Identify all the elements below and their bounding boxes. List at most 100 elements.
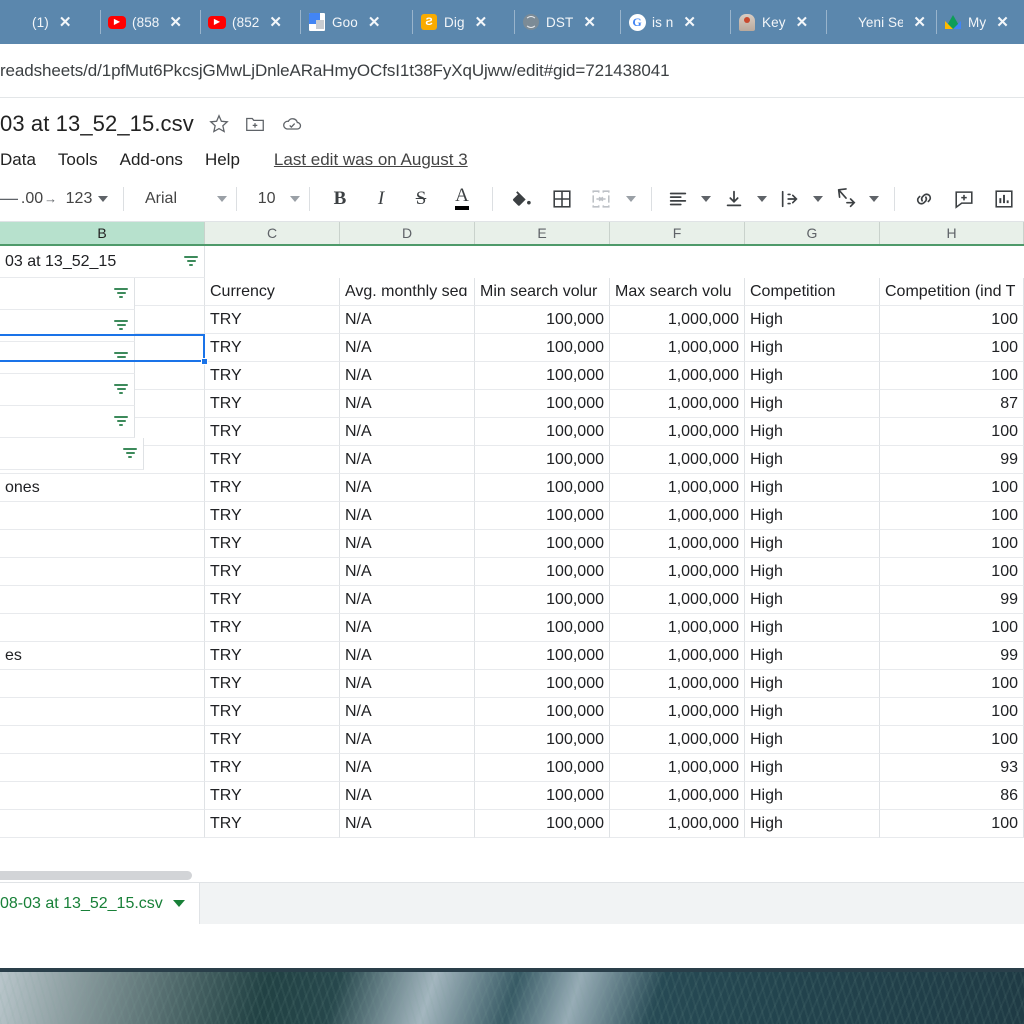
insert-link-icon[interactable]	[904, 183, 944, 215]
cell-H3[interactable]: 100	[880, 362, 1024, 390]
cell-F1[interactable]: 1,000,000	[610, 306, 745, 334]
cell-H1[interactable]: 100	[880, 306, 1024, 334]
cell-B19[interactable]	[0, 810, 205, 838]
cell-E13[interactable]: 100,000	[475, 642, 610, 670]
browser-tab-4[interactable]: Ƨ Dig ✕	[412, 0, 514, 44]
cell-F15[interactable]: 1,000,000	[610, 698, 745, 726]
star-icon[interactable]	[208, 113, 230, 135]
header-label-E[interactable]: Min search volur	[475, 278, 610, 306]
menu-item-data[interactable]: Data	[0, 150, 36, 170]
cell-F4[interactable]: 1,000,000	[610, 390, 745, 418]
table-row[interactable]: TRY N/A 100,000 1,000,000 High 100	[0, 698, 1024, 726]
cell-D18[interactable]: N/A	[340, 782, 475, 810]
address-bar[interactable]: readsheets/d/1pfMut6PkcsjGMwLjDnleARaHmy…	[0, 44, 1024, 98]
horizontal-scrollbar-thumb[interactable]	[0, 871, 192, 880]
filter-icon[interactable]	[113, 415, 129, 428]
table-row[interactable]: TRY N/A 100,000 1,000,000 High 99	[0, 586, 1024, 614]
cell-H2[interactable]: 100	[880, 334, 1024, 362]
table-row[interactable]: TRY N/A 100,000 1,000,000 High 100	[0, 810, 1024, 838]
cell-C17[interactable]: TRY	[205, 754, 340, 782]
cell-F18[interactable]: 1,000,000	[610, 782, 745, 810]
chevron-down-icon[interactable]	[172, 900, 185, 907]
cell-B13[interactable]: es	[0, 642, 205, 670]
cell-H7[interactable]: 100	[880, 474, 1024, 502]
browser-tab-6[interactable]: Gis n ✕	[620, 0, 730, 44]
cell-H10[interactable]: 100	[880, 558, 1024, 586]
cell-C14[interactable]: TRY	[205, 670, 340, 698]
table-row[interactable]: TRY N/A 100,000 1,000,000 High 100	[0, 614, 1024, 642]
cell-D7[interactable]: N/A	[340, 474, 475, 502]
text-wrap-icon[interactable]	[773, 183, 807, 215]
browser-tab-1[interactable]: ▶ (858 ✕	[100, 0, 200, 44]
merge-cells-icon[interactable]	[582, 183, 620, 215]
close-icon[interactable]: ✕	[55, 15, 76, 30]
cell-F9[interactable]: 1,000,000	[610, 530, 745, 558]
filter-icon[interactable]	[113, 319, 129, 332]
cell-D9[interactable]: N/A	[340, 530, 475, 558]
move-to-folder-icon[interactable]	[244, 113, 266, 135]
cell-H16[interactable]: 100	[880, 726, 1024, 754]
browser-tab-2[interactable]: ▶ (852 ✕	[200, 0, 300, 44]
filter-cell-G[interactable]	[0, 406, 135, 438]
cell-H6[interactable]: 99	[880, 446, 1024, 474]
close-icon[interactable]: ✕	[579, 15, 600, 30]
cell-F2[interactable]: 1,000,000	[610, 334, 745, 362]
cell-selection-handle[interactable]	[201, 358, 208, 365]
cell-C19[interactable]: TRY	[205, 810, 340, 838]
cell-C4[interactable]: TRY	[205, 390, 340, 418]
cell-D19[interactable]: N/A	[340, 810, 475, 838]
vertical-align-dropdown[interactable]	[751, 183, 773, 215]
filter-icon[interactable]	[113, 287, 129, 300]
cell-H12[interactable]: 100	[880, 614, 1024, 642]
vertical-align-icon[interactable]	[717, 183, 751, 215]
decimal-decrease-button[interactable]: —	[0, 183, 18, 215]
cell-H8[interactable]: 100	[880, 502, 1024, 530]
cell-B10[interactable]	[0, 558, 205, 586]
cell-E18[interactable]: 100,000	[475, 782, 610, 810]
cell-C5[interactable]: TRY	[205, 418, 340, 446]
column-header-F[interactable]: F	[610, 222, 745, 244]
close-icon[interactable]: ✕	[679, 15, 700, 30]
cell-E9[interactable]: 100,000	[475, 530, 610, 558]
column-header-C[interactable]: C	[205, 222, 340, 244]
cell-F5[interactable]: 1,000,000	[610, 418, 745, 446]
text-rotation-icon[interactable]	[829, 183, 863, 215]
cell-H15[interactable]: 100	[880, 698, 1024, 726]
browser-tab-8[interactable]: Yeni Sek ✕	[826, 0, 936, 44]
cloud-saved-icon[interactable]	[280, 113, 304, 135]
cell-G2[interactable]: High	[745, 334, 880, 362]
filter-icon[interactable]	[183, 255, 199, 268]
cell-C15[interactable]: TRY	[205, 698, 340, 726]
cell-H5[interactable]: 100	[880, 418, 1024, 446]
table-row[interactable]: TRY N/A 100,000 1,000,000 High 99	[0, 446, 1024, 474]
filter-icon[interactable]	[122, 447, 138, 460]
cell-B16[interactable]	[0, 726, 205, 754]
cell-G6[interactable]: High	[745, 446, 880, 474]
cell-C11[interactable]: TRY	[205, 586, 340, 614]
cell-E3[interactable]: 100,000	[475, 362, 610, 390]
browser-tab-9[interactable]: My ✕	[936, 0, 1024, 44]
cell-E19[interactable]: 100,000	[475, 810, 610, 838]
filter-cell-H[interactable]	[0, 438, 144, 470]
cell-G18[interactable]: High	[745, 782, 880, 810]
cell-B7[interactable]: ones	[0, 474, 205, 502]
cell-B14[interactable]	[0, 670, 205, 698]
cell-B8[interactable]	[0, 502, 205, 530]
table-row[interactable]: TRY N/A 100,000 1,000,000 High 86	[0, 782, 1024, 810]
cell-G7[interactable]: High	[745, 474, 880, 502]
column-header-D[interactable]: D	[340, 222, 475, 244]
header-label-H[interactable]: Competition (ind T	[880, 278, 1024, 306]
cell-H13[interactable]: 99	[880, 642, 1024, 670]
close-icon[interactable]: ✕	[364, 15, 385, 30]
header-label-G[interactable]: Competition	[745, 278, 880, 306]
cell-C9[interactable]: TRY	[205, 530, 340, 558]
cell-D2[interactable]: N/A	[340, 334, 475, 362]
borders-icon[interactable]	[542, 183, 582, 215]
spreadsheet-grid[interactable]: BCDEFGH 03 at 13_52_15 Currency Avg. mont…	[0, 222, 1024, 882]
cell-B11[interactable]	[0, 586, 205, 614]
filter-icon[interactable]	[113, 383, 129, 396]
cell-B18[interactable]	[0, 782, 205, 810]
cell-E7[interactable]: 100,000	[475, 474, 610, 502]
header-label-C[interactable]: Currency	[205, 278, 340, 306]
cell-G4[interactable]: High	[745, 390, 880, 418]
